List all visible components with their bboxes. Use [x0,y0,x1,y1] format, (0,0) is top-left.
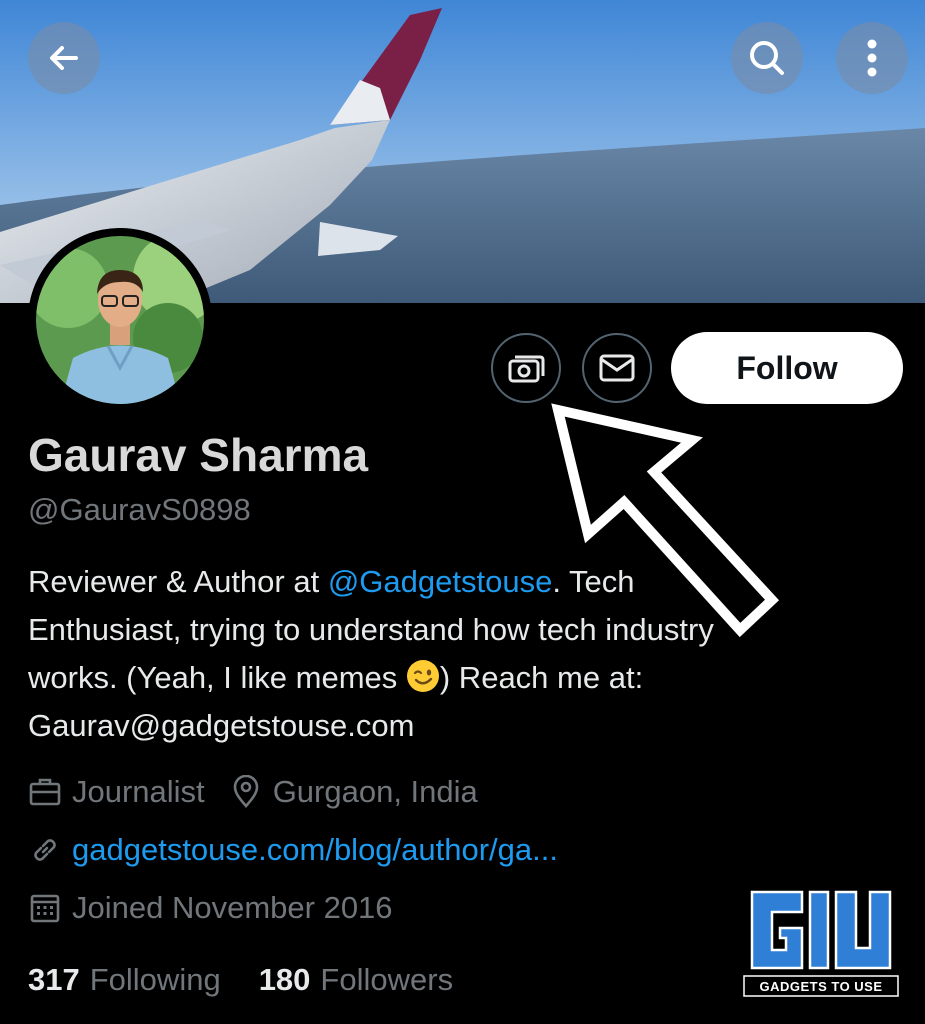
follow-button[interactable]: Follow [671,332,903,404]
link-icon [34,839,56,861]
website-row: gadgetstouse.com/blog/author/ga... [28,832,558,868]
back-button[interactable] [28,22,100,94]
follow-stats: 317 Following 180 Followers [28,962,453,998]
location-pin-icon [233,775,258,808]
following-label: Following [89,962,221,997]
briefcase-icon [29,778,61,806]
profile-meta-row: Journalist Gurgaon, India [28,774,478,810]
location-text: Gurgaon, India [272,774,478,809]
watermark-text: GADGETS TO USE [759,979,882,994]
location: Gurgaon, India [231,774,478,810]
bio-mention-link[interactable]: @Gadgetstouse [328,564,553,599]
wink-emoji-icon [406,660,439,692]
more-vertical-icon [867,39,877,77]
bio-line-2: Enthusiast, trying to understand how tec… [28,612,714,647]
followers-stat[interactable]: 180 Followers [259,962,453,998]
arrow-left-icon [50,46,78,70]
calendar-icon [30,894,60,923]
avatar-photo [28,228,212,412]
bio-line-4: Gaurav@gadgetstouse.com [28,708,415,743]
following-count: 317 [28,962,80,997]
tip-money-icon [508,355,545,383]
profession-text: Journalist [72,774,205,809]
bio-line-1: Reviewer & Author at @Gadgetstouse. Tech [28,564,635,599]
envelope-icon [599,354,635,382]
joined-row: Joined November 2016 [28,890,393,926]
gadgets-to-use-logo: GADGETS TO USE [742,888,900,998]
message-button[interactable] [582,333,652,403]
search-icon [750,41,784,75]
profile-name: Gaurav Sharma [28,429,369,481]
gadgets-to-use-watermark: GADGETS TO USE [742,888,900,998]
bio-line-3: works. (Yeah, I like memes ) Reach me at… [28,660,644,695]
joined-text: Joined November 2016 [72,890,393,925]
website-link[interactable]: gadgetstouse.com/blog/author/ga... [72,832,558,868]
more-options-button[interactable] [836,22,908,94]
followers-label: Followers [320,962,454,997]
followers-count: 180 [258,962,311,997]
following-stat[interactable]: 317 Following [28,962,221,998]
profile-bio: Reviewer & Author at @Gadgetstouse. Tech… [28,558,908,750]
profile-handle: @GauravS0898 [28,492,251,527]
avatar[interactable] [28,228,212,412]
tip-button[interactable] [491,333,561,403]
search-button[interactable] [731,22,803,94]
